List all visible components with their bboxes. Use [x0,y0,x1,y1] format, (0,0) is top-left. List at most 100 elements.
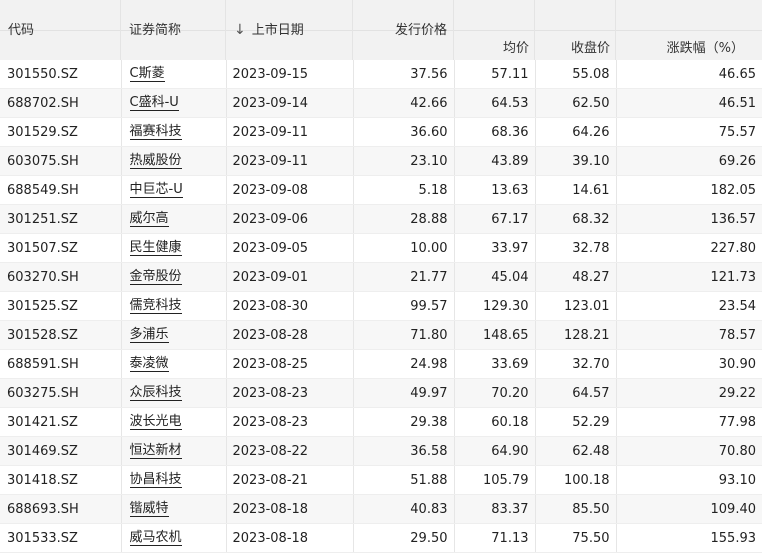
security-link[interactable]: 众辰科技 [129,385,182,401]
cell-name[interactable]: 热威股份 [121,146,227,176]
security-link[interactable]: 波长光电 [129,414,182,430]
security-link[interactable]: 福赛科技 [129,124,182,140]
cell-code: 603075.SH [0,146,122,176]
cell-name[interactable]: 福赛科技 [121,117,227,147]
cell-date: 2023-09-06 [226,204,354,234]
security-link[interactable]: 中巨芯-U [129,182,183,198]
cell-avg-price: 148.65 [454,320,536,350]
cell-issue-price: 23.10 [353,146,455,176]
cell-date: 2023-08-18 [226,494,354,524]
cell-code: 301525.SZ [0,291,122,321]
cell-change-pct: 121.73 [616,262,762,292]
cell-name[interactable]: 众辰科技 [121,378,227,408]
security-link[interactable]: 民生健康 [129,240,182,256]
cell-close-price: 32.70 [535,349,617,379]
cell-close-price: 62.48 [535,436,617,466]
security-link[interactable]: 锴威特 [129,501,169,517]
cell-change-pct: 30.90 [616,349,762,379]
cell-date: 2023-08-23 [226,378,354,408]
cell-close-price: 128.21 [535,320,617,350]
arrow-down-icon[interactable]: ↓ [234,22,246,38]
security-link[interactable]: C斯菱 [129,66,165,82]
cell-name[interactable]: 锴威特 [121,494,227,524]
cell-close-price: 39.10 [535,146,617,176]
table-row[interactable]: 301418.SZ 协昌科技 2023-08-21 51.88 105.79 100.18… [0,465,762,495]
cell-name[interactable]: 民生健康 [121,233,227,263]
table-row[interactable]: 301251.SZ 威尔高 2023-09-06 28.88 67.17 68.32 136… [0,204,762,234]
table-row[interactable]: 688702.SH C盛科-U 2023-09-14 42.66 64.53 62.50 4… [0,88,762,118]
security-link[interactable]: 威尔高 [129,211,169,227]
table-row[interactable]: 301529.SZ 福赛科技 2023-09-11 36.60 68.36 64.26 75… [0,117,762,147]
cell-close-price: 85.50 [535,494,617,524]
cell-issue-price: 21.77 [353,262,455,292]
cell-date: 2023-08-18 [226,523,354,553]
cell-code: 301529.SZ [0,117,122,147]
table-row[interactable]: 603275.SH 众辰科技 2023-08-23 49.97 70.20 64.57 29… [0,378,762,408]
cell-name[interactable]: 金帝股份 [121,262,227,292]
col-header-code[interactable]: 代码 [0,0,121,60]
cell-issue-price: 29.50 [353,523,455,553]
table-row[interactable]: 603075.SH 热威股份 2023-09-11 23.10 43.89 39.10 69… [0,146,762,176]
cell-issue-price: 51.88 [353,465,455,495]
cell-close-price: 52.29 [535,407,617,437]
cell-code: 688591.SH [0,349,122,379]
cell-name[interactable]: 中巨芯-U [121,175,227,205]
table-row[interactable]: 301528.SZ 多浦乐 2023-08-28 71.80 148.65 128.21 7… [0,320,762,350]
table-row[interactable]: 301421.SZ 波长光电 2023-08-23 29.38 60.18 52.29 77… [0,407,762,437]
cell-close-price: 68.32 [535,204,617,234]
cell-issue-price: 5.18 [353,175,455,205]
security-link[interactable]: 儒竞科技 [129,298,182,314]
cell-code: 301469.SZ [0,436,122,466]
table-row[interactable]: 688591.SH 泰凌微 2023-08-25 24.98 33.69 32.70 30.… [0,349,762,379]
cell-name[interactable]: 多浦乐 [121,320,227,350]
table-row[interactable]: 688693.SH 锴威特 2023-08-18 40.83 83.37 85.50 109… [0,494,762,524]
cell-change-pct: 136.57 [616,204,762,234]
cell-name[interactable]: 波长光电 [121,407,227,437]
cell-avg-price: 60.18 [454,407,536,437]
cell-code: 301418.SZ [0,465,122,495]
cell-name[interactable]: C斯菱 [121,60,227,89]
cell-name[interactable]: 恒达新材 [121,436,227,466]
col-header-issue-price[interactable]: 发行价格 [353,0,454,60]
cell-date: 2023-09-14 [226,88,354,118]
cell-name[interactable]: C盛科-U [121,88,227,118]
cell-avg-price: 105.79 [454,465,536,495]
cell-name[interactable]: 威尔高 [121,204,227,234]
cell-code: 301507.SZ [0,233,122,263]
security-link[interactable]: 协昌科技 [129,472,182,488]
col-header-date[interactable]: ↓ 上市日期 [226,0,353,60]
col-header-avg-price[interactable]: 均价 [454,0,535,60]
col-header-name[interactable]: 证券简称 [121,0,226,60]
security-link[interactable]: 多浦乐 [129,327,169,343]
table-row[interactable]: 301507.SZ 民生健康 2023-09-05 10.00 33.97 32.78 22… [0,233,762,263]
table-row[interactable]: 603270.SH 金帝股份 2023-09-01 21.77 45.04 48.27 12… [0,262,762,292]
security-link[interactable]: 泰凌微 [129,356,169,372]
col-header-change-pct[interactable]: 涨跌幅（%） [616,0,762,60]
cell-change-pct: 46.65 [616,60,762,89]
security-link[interactable]: 金帝股份 [129,269,182,285]
cell-name[interactable]: 协昌科技 [121,465,227,495]
table-row[interactable]: 301469.SZ 恒达新材 2023-08-22 36.58 64.90 62.48 70… [0,436,762,466]
cell-avg-price: 64.90 [454,436,536,466]
cell-name[interactable]: 儒竞科技 [121,291,227,321]
table-row[interactable]: 688549.SH 中巨芯-U 2023-09-08 5.18 13.63 14.61 18… [0,175,762,205]
cell-date: 2023-08-21 [226,465,354,495]
cell-issue-price: 49.97 [353,378,455,408]
security-link[interactable]: 热威股份 [129,153,182,169]
security-link[interactable]: 威马农机 [129,530,182,546]
col-header-close-price[interactable]: 收盘价 [535,0,616,60]
cell-name[interactable]: 泰凌微 [121,349,227,379]
col-header-date-label: 上市日期 [251,23,304,38]
cell-name[interactable]: 威马农机 [121,523,227,553]
cell-date: 2023-09-11 [226,146,354,176]
table-row[interactable]: 301550.SZ C斯菱 2023-09-15 37.56 57.11 55.08 46.… [0,60,762,89]
cell-avg-price: 57.11 [454,60,536,89]
cell-change-pct: 75.57 [616,117,762,147]
security-link[interactable]: 恒达新材 [129,443,182,459]
table-row[interactable]: 301533.SZ 威马农机 2023-08-18 29.50 71.13 75.50 15… [0,523,762,553]
cell-avg-price: 68.36 [454,117,536,147]
table-row[interactable]: 301525.SZ 儒竞科技 2023-08-30 99.57 129.30 123.01… [0,291,762,321]
security-link[interactable]: C盛科-U [129,95,179,111]
cell-avg-price: 43.89 [454,146,536,176]
cell-date: 2023-09-05 [226,233,354,263]
